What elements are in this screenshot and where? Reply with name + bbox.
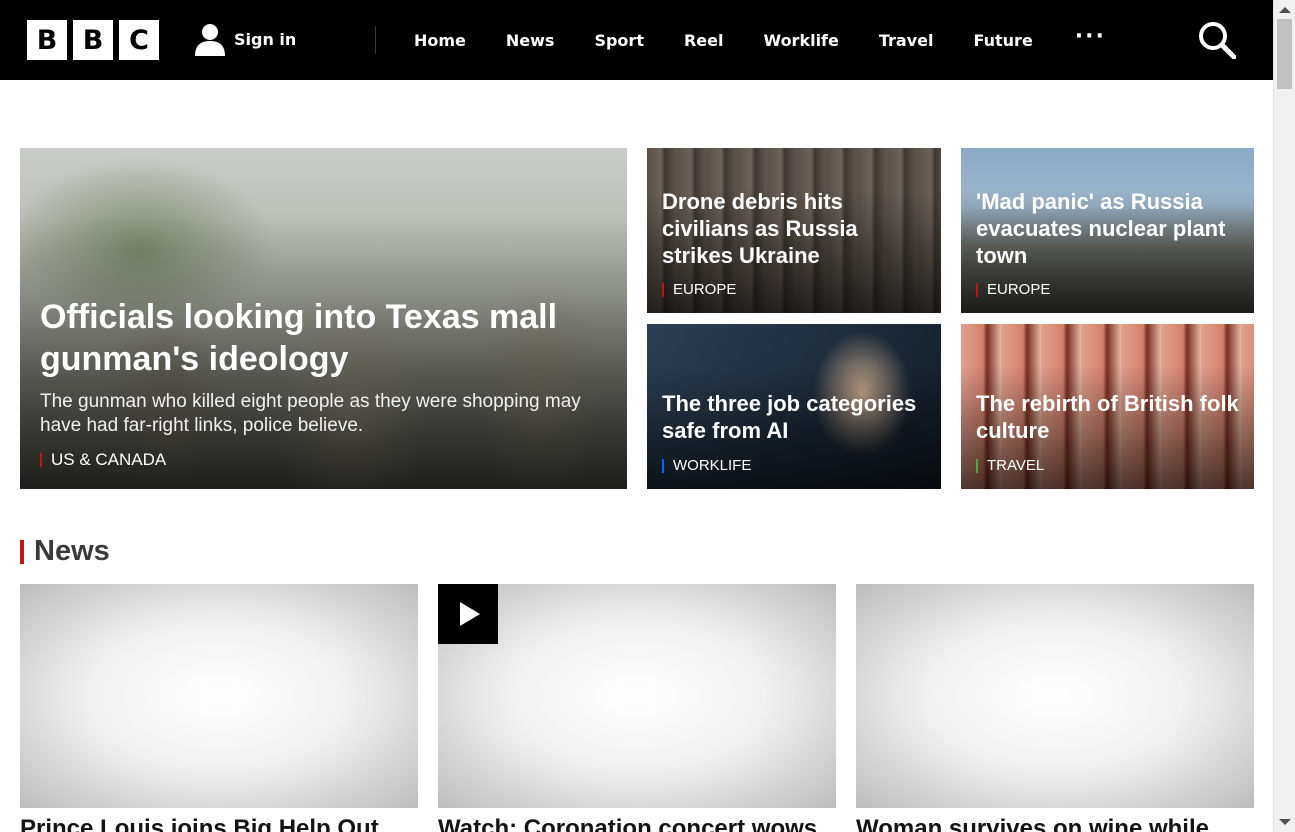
scroll-thumb[interactable] (1277, 19, 1292, 89)
nav-worklife[interactable]: Worklife (743, 31, 858, 50)
header-divider (375, 26, 376, 54)
section-title: News (34, 535, 110, 567)
tag-accent-bar (40, 453, 42, 467)
search-icon[interactable] (1198, 21, 1236, 59)
promo-card-main[interactable]: Officials looking into Texas mall gunman… (20, 148, 627, 489)
nav-future[interactable]: Future (953, 31, 1052, 50)
promo-tag[interactable]: WORKLIFE (662, 457, 751, 474)
news-headline-3[interactable]: Woman survives on wine while (856, 815, 1254, 832)
promo-tag-label: WORKLIFE (673, 457, 752, 474)
sign-in-button[interactable]: Sign in (194, 22, 296, 56)
promo-title: 'Mad panic' as Russia evacuates nuclear … (976, 189, 1226, 268)
play-video-icon[interactable] (438, 584, 498, 644)
promo-card-4[interactable]: The rebirth of British folk culture TRAV… (961, 324, 1254, 489)
promo-tag[interactable]: US & CANADA (40, 450, 166, 470)
logo-letter-c: C (119, 20, 159, 60)
logo-letter-b2: B (73, 20, 113, 60)
promo-tag-label: TRAVEL (987, 457, 1045, 474)
scroll-up-arrow-icon[interactable] (1279, 7, 1291, 13)
news-headline-1[interactable]: Prince Louis joins Big Help Out (20, 815, 418, 832)
nav-travel[interactable]: Travel (859, 31, 954, 50)
sign-in-label: Sign in (234, 29, 297, 49)
vertical-scrollbar[interactable] (1273, 0, 1295, 832)
tag-accent-bar (662, 458, 664, 473)
user-icon (195, 24, 225, 56)
promo-tag[interactable]: EUROPE (662, 281, 736, 298)
promo-tag[interactable]: TRAVEL (976, 457, 1044, 474)
main-nav: Home News Sport Reel Worklife Travel Fut… (394, 0, 1122, 80)
promo-card-3[interactable]: The three job categories safe from AI WO… (647, 324, 941, 489)
news-thumbnail-1[interactable] (20, 584, 418, 808)
section-accent-bar (20, 539, 24, 564)
nav-home[interactable]: Home (394, 31, 486, 50)
promo-title: The rebirth of British folk culture (976, 391, 1239, 443)
promo-title: The three job categories safe from AI (662, 391, 917, 443)
news-headline-2[interactable]: Watch: Coronation concert wows (438, 815, 836, 832)
news-thumbnail-2[interactable] (438, 584, 836, 808)
promo-tag-label: EUROPE (673, 281, 737, 298)
promo-title: Officials looking into Texas mall gunman… (40, 298, 558, 378)
nav-reel[interactable]: Reel (664, 31, 744, 50)
promo-summary: The gunman who killed eight people as th… (40, 391, 581, 436)
logo-letter-b1: B (27, 20, 67, 60)
scroll-down-arrow-icon[interactable] (1279, 819, 1291, 825)
nav-news[interactable]: News (486, 31, 575, 50)
promo-tag-label: US & CANADA (51, 450, 167, 469)
tag-accent-bar (662, 282, 664, 297)
tag-accent-bar (976, 282, 978, 297)
promo-tag[interactable]: EUROPE (976, 281, 1050, 298)
top-navigation-bar: B B C Sign in Home News Sport Reel Workl… (0, 0, 1273, 80)
nav-sport[interactable]: Sport (574, 31, 664, 50)
bbc-logo[interactable]: B B C (27, 20, 159, 60)
news-section-heading[interactable]: News (20, 535, 110, 568)
promo-card-1[interactable]: Drone debris hits civilians as Russia st… (647, 148, 941, 313)
tag-accent-bar (976, 458, 978, 473)
promo-tag-label: EUROPE (987, 281, 1051, 298)
promo-title: Drone debris hits civilians as Russia st… (662, 189, 858, 268)
news-thumbnail-3[interactable] (856, 584, 1254, 808)
more-menu-button[interactable]: ··· (1059, 24, 1122, 49)
promo-card-2[interactable]: 'Mad panic' as Russia evacuates nuclear … (961, 148, 1254, 313)
